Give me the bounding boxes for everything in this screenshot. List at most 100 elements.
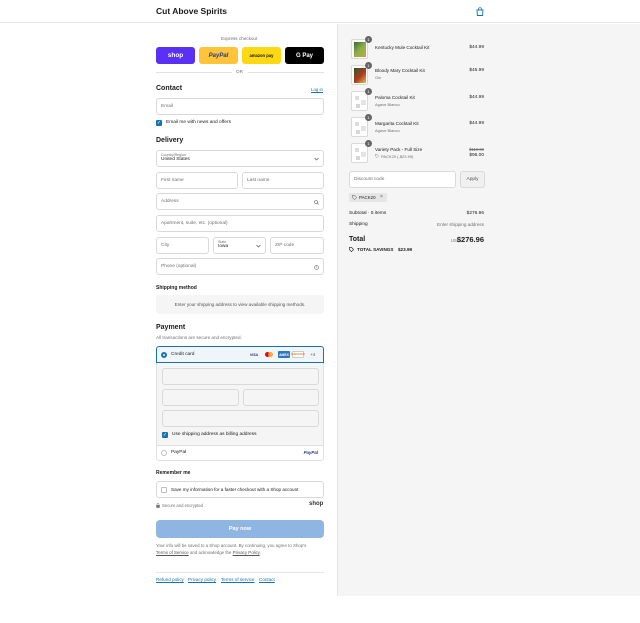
quantity-badge: 1 xyxy=(365,36,372,43)
visa-icon: VISA xyxy=(250,352,258,357)
privacy-policy-link[interactable]: Privacy policy xyxy=(188,577,216,582)
item-price: $44.99 xyxy=(469,121,484,126)
svg-text:?: ? xyxy=(316,266,318,270)
state-select[interactable]: State Iowa xyxy=(213,237,266,254)
tag-icon xyxy=(375,154,379,158)
item-name: Paloma Cocktail Kit xyxy=(375,95,415,100)
lock-icon xyxy=(156,503,160,508)
shopping-bag-icon[interactable] xyxy=(476,7,484,16)
total-value: $276.96 xyxy=(456,235,484,244)
last-name-field[interactable]: Last name xyxy=(242,172,324,189)
shipping-notice: Enter your shipping address to view avai… xyxy=(156,295,324,314)
legal-text-2: and acknowledge the xyxy=(189,550,232,555)
phone-placeholder: Phone (optional) xyxy=(161,264,197,269)
discover-icon: DISCOVER xyxy=(291,351,305,358)
email-placeholder: Email xyxy=(161,104,173,109)
country-value: United States xyxy=(161,157,190,162)
savings-value: $23.99 xyxy=(398,247,413,252)
discount-tag: PACK20 × xyxy=(349,193,387,202)
savings-tag-icon xyxy=(349,247,354,252)
radio-unselected[interactable] xyxy=(161,450,167,456)
pay-now-button[interactable]: Pay now xyxy=(156,520,324,538)
search-icon xyxy=(314,200,319,205)
item-price: $45.99 xyxy=(469,68,484,73)
city-field[interactable]: City xyxy=(156,237,209,254)
news-checkbox[interactable]: ✓ xyxy=(156,120,162,126)
privacy-link[interactable]: Privacy Policy xyxy=(233,550,260,555)
terms-of-service-link[interactable]: Terms of service xyxy=(221,577,254,582)
payment-subtitle: All transactions are secure and encrypte… xyxy=(156,335,242,340)
security-code-field[interactable] xyxy=(243,389,319,406)
legal-text-1: Your info will be saved to a Shop accoun… xyxy=(156,543,307,548)
item-price: $96.00 xyxy=(469,153,484,158)
discount-placeholder: Discount code xyxy=(354,177,385,182)
card-fields-panel: ✓ Use shipping address as billing addres… xyxy=(156,363,324,446)
apartment-placeholder: Apartment, suite, etc. (optional) xyxy=(161,221,228,226)
item-variant: Gin xyxy=(375,75,382,80)
item-name: Kentucky Mule Cocktail Kit xyxy=(375,45,430,50)
quantity-badge: 1 xyxy=(365,88,372,95)
shipping-value: Enter shipping address xyxy=(437,222,484,227)
billing-checkbox[interactable]: ✓ xyxy=(162,432,168,438)
apply-button[interactable]: Apply xyxy=(460,171,485,188)
paypal-option-label: PayPal xyxy=(171,450,187,455)
tag-icon xyxy=(352,195,357,200)
quantity-badge: 1 xyxy=(365,140,372,147)
savings-label: TOTAL SAVINGS xyxy=(357,247,394,252)
login-link[interactable]: Log in xyxy=(311,87,323,92)
item-name: Bloody Mary Cocktail Kit xyxy=(375,68,425,73)
terms-link[interactable]: Terms of Service xyxy=(156,550,189,555)
item-price: $44.99 xyxy=(469,95,484,100)
phone-field[interactable]: Phone (optional) ? xyxy=(156,258,324,275)
more-cards-label: +4 xyxy=(310,352,316,357)
zip-field[interactable]: ZIP code xyxy=(270,237,324,254)
quantity-badge: 1 xyxy=(365,62,372,69)
remember-checkbox[interactable] xyxy=(161,487,167,493)
amex-icon: AMEX xyxy=(278,351,290,358)
refund-policy-link[interactable]: Refund policy xyxy=(156,577,184,582)
paypal-option[interactable]: PayPal PayPal xyxy=(156,446,324,461)
country-select[interactable]: Country/Region United States xyxy=(156,150,324,167)
discount-code-field[interactable]: Discount code xyxy=(349,171,456,188)
remember-me-box[interactable]: Save my information for a faster checkou… xyxy=(156,481,324,498)
total-label: Total xyxy=(349,236,366,243)
news-label: Email me with news and offers xyxy=(166,120,231,125)
order-summary-panel xyxy=(337,24,640,596)
contact-link[interactable]: Contact xyxy=(259,577,275,582)
item-discount: PACK20 (-$23.99) xyxy=(381,154,414,159)
express-checkout-label: Express checkout xyxy=(221,36,258,41)
item-name: Variety Pack - Full Size xyxy=(375,147,423,152)
divider xyxy=(248,72,324,73)
paypal-button[interactable]: PayPal xyxy=(199,47,238,64)
mastercard-icon xyxy=(263,351,275,358)
help-icon[interactable]: ? xyxy=(314,265,319,270)
google-pay-button[interactable]: G Pay xyxy=(285,47,324,64)
legal-line-2: Terms of Service and acknowledge the Pri… xyxy=(156,550,261,555)
expiry-field[interactable] xyxy=(162,389,239,406)
shop-pay-button[interactable]: shop xyxy=(156,47,195,64)
shipping-label: Shipping xyxy=(349,222,368,227)
amazon-pay-button[interactable]: amazon pay xyxy=(242,47,281,64)
chevron-down-icon xyxy=(314,157,319,161)
radio-selected[interactable] xyxy=(161,352,167,358)
item-name: Margarita Cocktail Kit xyxy=(375,121,419,126)
first-name-placeholder: First name xyxy=(161,178,184,183)
first-name-field[interactable]: First name xyxy=(156,172,238,189)
payment-title: Payment xyxy=(156,324,186,331)
item-price: $44.99 xyxy=(469,45,484,50)
chevron-down-icon xyxy=(256,244,261,248)
footer-divider xyxy=(156,572,324,573)
name-on-card-field[interactable] xyxy=(162,410,319,427)
apartment-field[interactable]: Apartment, suite, etc. (optional) xyxy=(156,215,324,232)
item-variant: Agave Blanco xyxy=(375,102,400,107)
zip-placeholder: ZIP code xyxy=(275,243,295,248)
delivery-title: Delivery xyxy=(156,137,184,144)
remove-discount-icon[interactable]: × xyxy=(380,194,383,200)
store-name[interactable]: Cut Above Spirits xyxy=(156,6,227,16)
card-number-field[interactable] xyxy=(162,368,319,385)
remember-me-title: Remember me xyxy=(156,470,191,476)
quantity-badge: 1 xyxy=(365,114,372,121)
email-field[interactable]: Email xyxy=(156,98,324,115)
or-label: OR xyxy=(236,69,243,74)
address-field[interactable]: Address xyxy=(156,193,324,210)
